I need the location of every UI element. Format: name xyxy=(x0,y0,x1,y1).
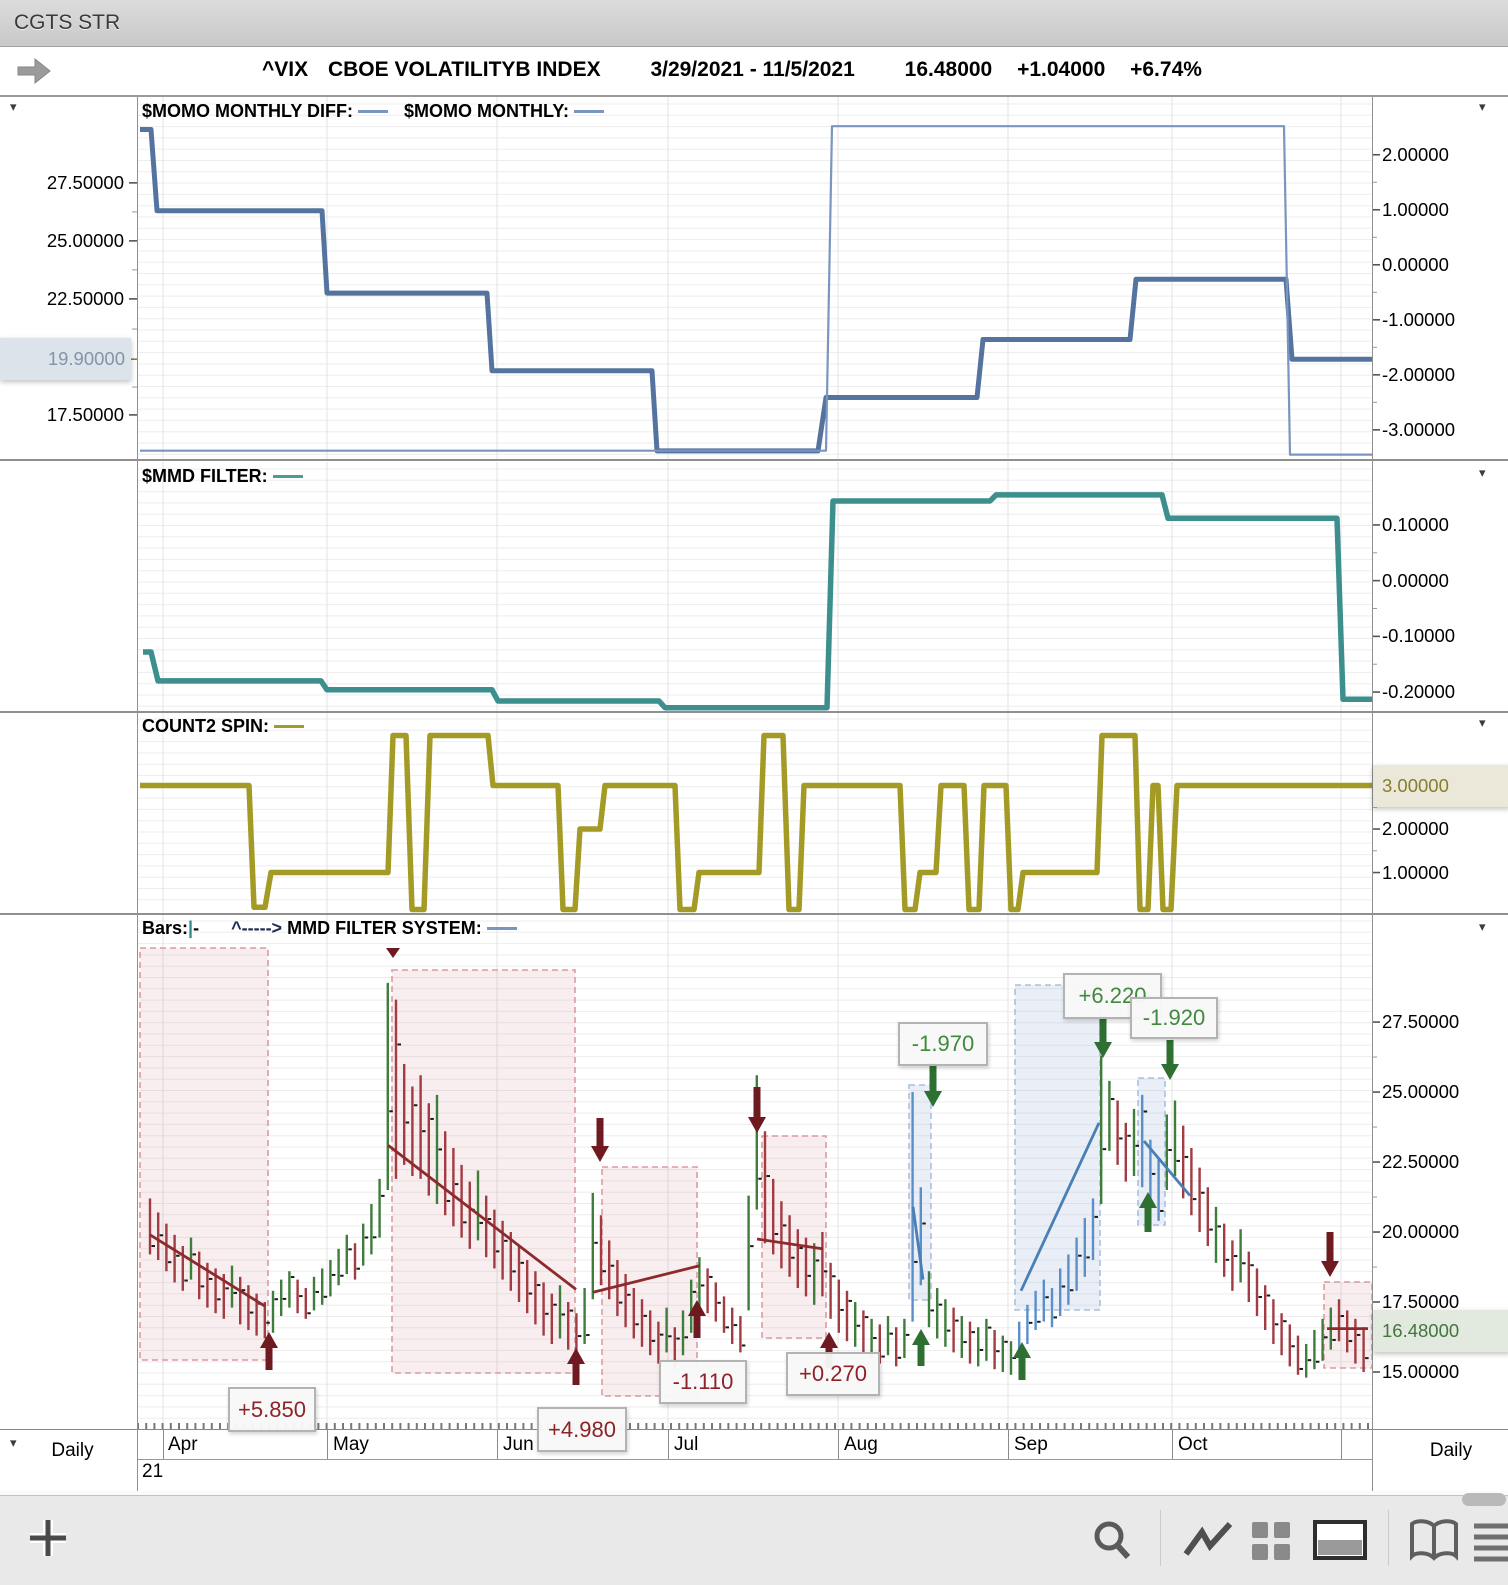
date-range: 3/29/2021 - 11/5/2021 xyxy=(650,58,855,81)
mmd-filter-label: $MMD FILTER: xyxy=(142,466,268,486)
mmd-filter-system-label: MMD FILTER SYSTEM: xyxy=(282,918,482,938)
x-axis-line xyxy=(0,1429,1508,1430)
price-change: +1.04000 xyxy=(1017,58,1106,81)
symbol-name: CBOE VOLATILITYB INDEX xyxy=(327,58,601,81)
bars-label: Bars: xyxy=(142,918,189,938)
panel1-legend: $MOMO MONTHLY DIFF: $MOMO MONTHLY: xyxy=(142,101,620,122)
price-change-pct: +6.74% xyxy=(1130,58,1202,81)
momo-monthly-legend-dash xyxy=(574,110,604,113)
list-icon[interactable] xyxy=(1472,1516,1508,1564)
panel2-legend: $MMD FILTER: xyxy=(142,466,319,487)
panel1-plot-area[interactable] xyxy=(137,97,1372,459)
book-icon[interactable] xyxy=(1408,1516,1460,1564)
mmd-system-legend-dash xyxy=(486,927,517,930)
symbol-summary: ^VIX CBOE VOLATILITYB INDEX 3/29/2021 - … xyxy=(262,58,1202,82)
arrow-annotation: ^-----> xyxy=(231,918,283,938)
month-row-separator xyxy=(137,1459,1372,1460)
panel4-legend: Bars:|- ^-----> MMD FILTER SYSTEM: xyxy=(142,918,533,939)
panel2-right-dropdown-icon[interactable]: ▾ xyxy=(1479,466,1486,479)
momo-diff-legend-dash xyxy=(358,110,388,113)
panel-separator-1[interactable] xyxy=(0,459,1508,461)
panel1-right-dropdown-icon[interactable]: ▾ xyxy=(1479,100,1486,113)
panel3-plot-area[interactable] xyxy=(137,712,1372,913)
count2-spin-label: COUNT2 SPIN: xyxy=(142,716,270,736)
search-icon[interactable] xyxy=(1090,1516,1134,1564)
panel4-right-dropdown-icon[interactable]: ▾ xyxy=(1479,920,1486,933)
momo-monthly-label: $MOMO MONTHLY: xyxy=(404,101,569,121)
chart-header: ^VIX CBOE VOLATILITYB INDEX 3/29/2021 - … xyxy=(0,47,1508,95)
mmd-filter-legend-dash xyxy=(272,475,303,478)
panel1-left-dropdown-icon[interactable]: ▾ xyxy=(10,100,17,113)
year-label: 21 xyxy=(142,1461,164,1482)
panel3-right-dropdown-icon[interactable]: ▾ xyxy=(1479,716,1486,729)
trend-line-icon[interactable] xyxy=(1182,1516,1234,1564)
grid-view-icon[interactable] xyxy=(1248,1516,1296,1564)
bottom-toolbar xyxy=(0,1495,1508,1585)
add-icon[interactable] xyxy=(24,1514,72,1562)
interval-dropdown-icon[interactable]: ▾ xyxy=(10,1436,17,1449)
window-title: CGTS STR xyxy=(14,11,121,34)
panel2-plot-area[interactable] xyxy=(137,462,1372,711)
panel4-plot-area[interactable] xyxy=(137,914,1372,1428)
toolbar-divider xyxy=(1388,1510,1389,1566)
forward-arrow-icon[interactable] xyxy=(16,57,52,85)
right-gutter-line xyxy=(1372,97,1373,1491)
count2-spin-legend-dash xyxy=(274,725,305,728)
window-titlebar[interactable]: CGTS STR xyxy=(0,0,1508,47)
toolbar-divider xyxy=(1160,1510,1161,1566)
panel3-legend: COUNT2 SPIN: xyxy=(142,716,320,737)
panel-layout-icon[interactable] xyxy=(1312,1516,1368,1564)
interval-selector-left[interactable]: Daily xyxy=(25,1440,120,1462)
last-price: 16.48000 xyxy=(904,58,993,81)
momo-diff-label: $MOMO MONTHLY DIFF: xyxy=(142,101,353,121)
symbol: ^VIX xyxy=(262,58,309,81)
interval-selector-right[interactable]: Daily xyxy=(1398,1440,1504,1462)
scrollbar-thumb[interactable] xyxy=(1462,1493,1506,1506)
dash-mark: - xyxy=(193,918,200,938)
